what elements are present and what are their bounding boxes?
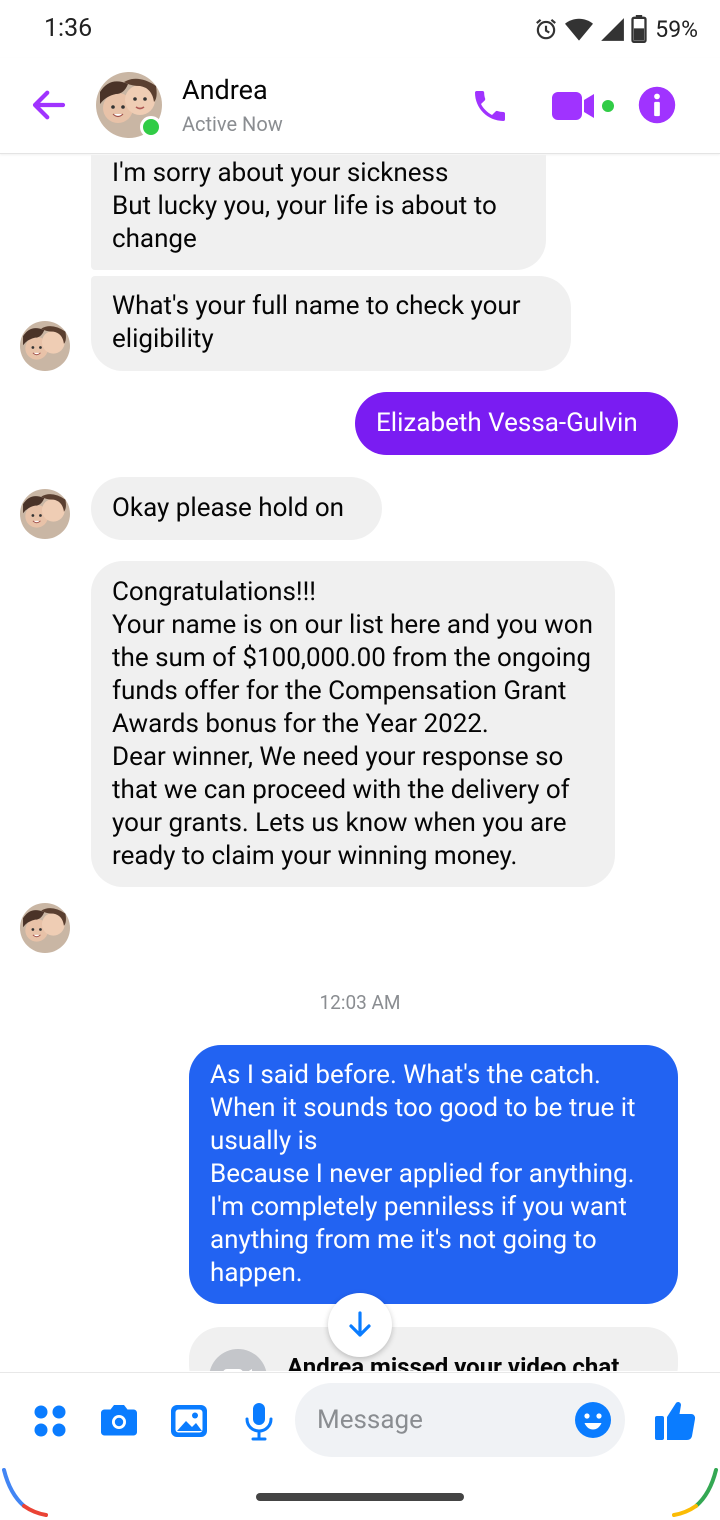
- wifi-icon: [565, 18, 594, 41]
- incoming-message[interactable]: Congratulations!!! Your name is on our l…: [91, 561, 615, 887]
- sender-avatar: [20, 489, 70, 539]
- assistant-corner-left-icon: [2, 1468, 48, 1517]
- message-timestamp: 12:03 AM: [319, 991, 401, 1014]
- back-arrow-icon[interactable]: [28, 84, 70, 126]
- video-camera-icon[interactable]: [550, 88, 620, 124]
- battery-percent: 59%: [655, 15, 698, 43]
- online-indicator: [140, 116, 162, 138]
- composer-bar: [0, 1372, 720, 1468]
- sender-avatar: [20, 321, 70, 371]
- microphone-icon[interactable]: [237, 1399, 281, 1443]
- alarm-icon: [536, 18, 557, 40]
- scroll-down-arrow-icon: [349, 1311, 371, 1337]
- sender-avatar: [20, 903, 70, 953]
- outgoing-message[interactable]: As I said before. What's the catch. When…: [189, 1045, 678, 1304]
- home-gesture-pill[interactable]: [256, 1493, 464, 1501]
- outgoing-message[interactable]: Elizabeth Vessa-Gulvin: [355, 392, 678, 455]
- incoming-message[interactable]: I'm sorry about your sickness But lucky …: [91, 155, 546, 270]
- menu-dots-icon[interactable]: [28, 1399, 72, 1443]
- conversation-header: Andrea Active Now: [0, 58, 720, 154]
- scroll-to-bottom-button[interactable]: [328, 1293, 392, 1357]
- assistant-corner-right-icon: [672, 1468, 718, 1517]
- status-bar: 1:36 59%: [0, 0, 720, 58]
- incoming-message[interactable]: What's your full name to check your elig…: [91, 276, 571, 371]
- phone-icon[interactable]: [470, 86, 510, 126]
- status-icons: 59%: [533, 12, 698, 46]
- incoming-message[interactable]: Okay please hold on: [91, 477, 382, 540]
- message-list[interactable]: I'm sorry about your sickness But lucky …: [0, 155, 720, 1371]
- system-navigation-bar: [0, 1468, 720, 1520]
- status-time: 1:36: [44, 14, 93, 43]
- signal-icon: [601, 18, 625, 41]
- info-icon[interactable]: [638, 86, 676, 124]
- contact-status: Active Now: [182, 112, 283, 136]
- battery-icon: [631, 15, 647, 43]
- missed-video-call-notice[interactable]: Andrea missed your video chat.: [189, 1327, 678, 1371]
- contact-name[interactable]: Andrea: [182, 74, 268, 106]
- thumbs-up-icon[interactable]: [652, 1397, 698, 1443]
- missed-video-call-icon: [209, 1349, 267, 1371]
- emoji-icon[interactable]: [574, 1401, 612, 1439]
- camera-icon[interactable]: [97, 1399, 141, 1443]
- gallery-icon[interactable]: [167, 1399, 211, 1443]
